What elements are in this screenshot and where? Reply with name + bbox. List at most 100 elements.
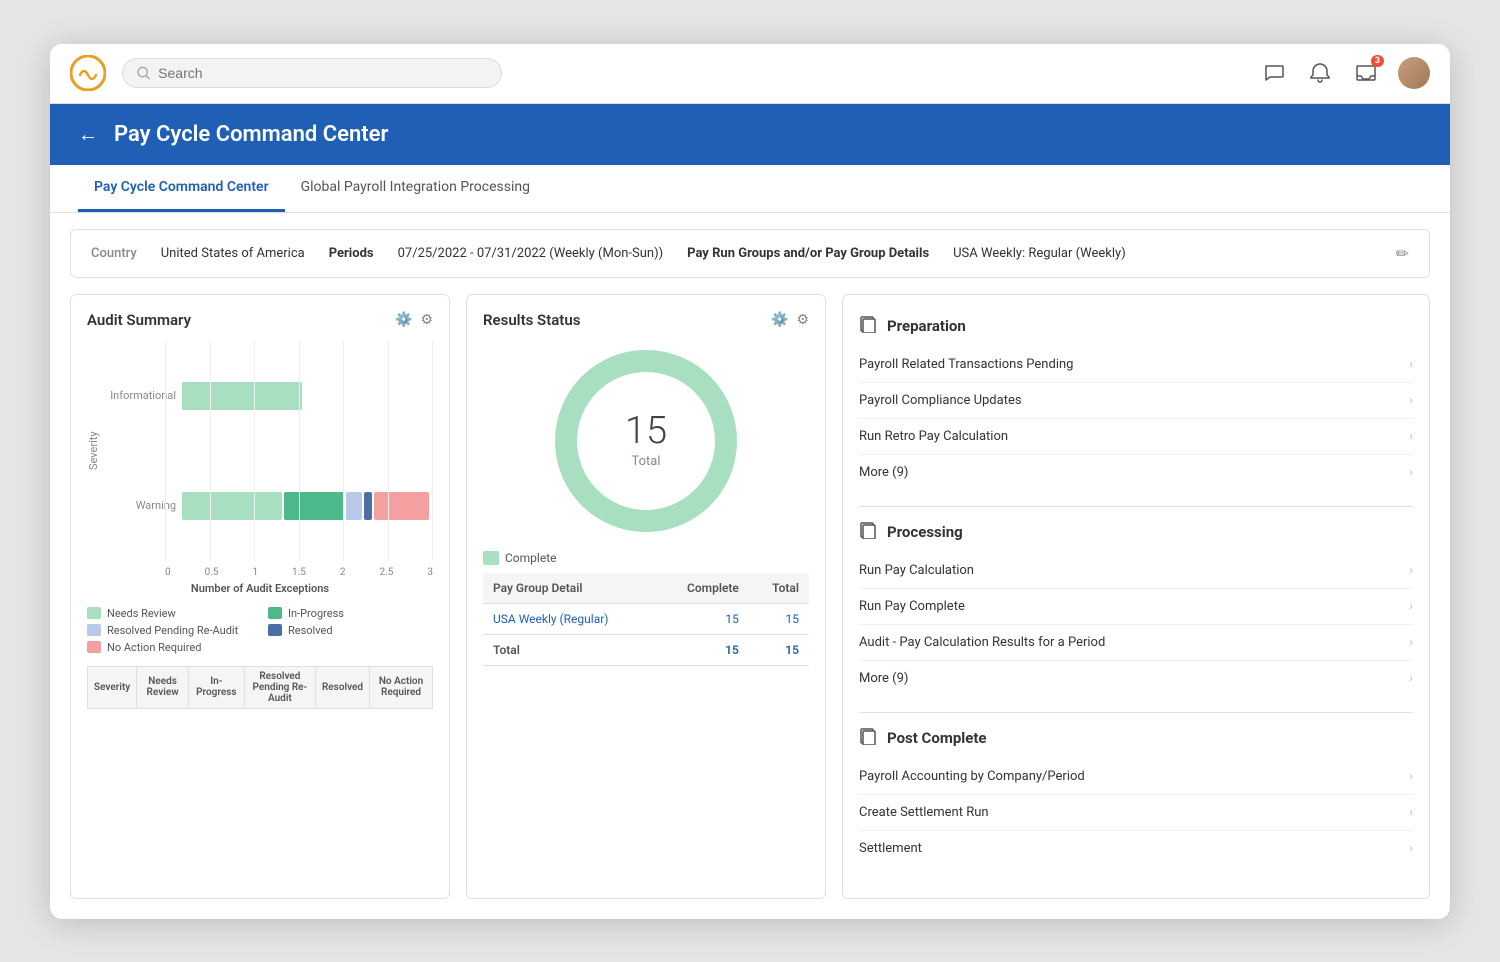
th-resolved: Resolved [315, 666, 369, 708]
pay-table-header-row: Pay Group Detail Complete Total [483, 573, 809, 604]
pay-footer-complete: 15 [657, 634, 749, 665]
audit-panel-icons: ⚙️ ⚙ [395, 312, 433, 328]
post-complete-items: Payroll Accounting by Company/Period › C… [859, 759, 1413, 866]
tab-pay-cycle[interactable]: Pay Cycle Command Center [78, 165, 285, 212]
processing-title: Processing [887, 523, 963, 541]
audit-mini-table: Severity Needs Review In-Progress Resolv… [87, 666, 433, 709]
bar-warning-resolved-pending [346, 492, 362, 520]
filter-bar: Country United States of America Periods… [70, 229, 1430, 278]
pay-table-footer-row: Total 15 15 [483, 634, 809, 665]
bars-informational [182, 382, 302, 410]
bar-warning-inprogress [284, 492, 344, 520]
search-icon [137, 66, 150, 80]
payrun-label: Pay Run Groups and/or Pay Group Details [687, 246, 929, 261]
avatar[interactable] [1398, 57, 1430, 89]
post-complete-header: Post Complete [859, 727, 1413, 749]
filter-sliders-icon[interactable]: ⚙️ [395, 312, 412, 328]
results-filter-icon[interactable]: ⚙️ [771, 312, 788, 328]
page-header: ← Pay Cycle Command Center [50, 104, 1450, 165]
complete-label: Complete [505, 551, 557, 565]
pay-group-table: Pay Group Detail Complete Total USA Week… [483, 573, 809, 666]
legend-color-no-action [87, 641, 101, 653]
processing-header: Processing [859, 521, 1413, 543]
legend-resolved: Resolved [268, 624, 433, 637]
complete-legend: Complete [483, 551, 809, 565]
payrun-value: USA Weekly: Regular (Weekly) [953, 246, 1126, 261]
proc-item-3[interactable]: More (9) › [859, 661, 1413, 696]
bar-warning-resolved [364, 492, 372, 520]
chevron-icon: › [1409, 769, 1413, 783]
inbox-icon[interactable]: 3 [1352, 59, 1380, 87]
post-complete-icon [859, 727, 877, 749]
chevron-icon: › [1409, 805, 1413, 819]
pay-group-complete: 15 [657, 603, 749, 634]
legend-inprogress: In-Progress [268, 607, 433, 620]
periods-label: Periods [329, 246, 374, 261]
top-nav: 3 [50, 44, 1450, 104]
workday-logo [70, 55, 106, 91]
pay-table-th-group: Pay Group Detail [483, 573, 657, 604]
donut-wrapper: 15 Total [546, 341, 746, 541]
country-label: Country [91, 246, 137, 261]
page-title: Pay Cycle Command Center [114, 122, 388, 147]
post-item-2[interactable]: Settlement › [859, 831, 1413, 866]
bell-icon[interactable] [1306, 59, 1334, 87]
prep-item-1[interactable]: Payroll Compliance Updates › [859, 383, 1413, 419]
post-complete-title: Post Complete [887, 729, 987, 747]
proc-item-2[interactable]: Audit - Pay Calculation Results for a Pe… [859, 625, 1413, 661]
divider-1 [859, 506, 1413, 507]
nav-icons: 3 [1260, 57, 1430, 89]
main-content: Audit Summary ⚙️ ⚙ Severity [50, 294, 1450, 919]
preparation-icon [859, 315, 877, 337]
legend-needs-review: Needs Review [87, 607, 252, 620]
complete-color-box [483, 551, 499, 565]
th-needs-review: Needs Review [137, 666, 189, 708]
divider-2 [859, 712, 1413, 713]
tab-global-payroll[interactable]: Global Payroll Integration Processing [285, 165, 546, 212]
mini-table-header-row: Severity Needs Review In-Progress Resolv… [88, 666, 433, 708]
preparation-header: Preparation [859, 315, 1413, 337]
results-panel-icons: ⚙️ ⚙ [771, 312, 809, 328]
bars-warning [182, 492, 429, 520]
audit-chart: Severity [87, 341, 433, 561]
row-label-informational: Informational [104, 389, 176, 402]
chat-icon[interactable] [1260, 59, 1288, 87]
back-button[interactable]: ← [78, 124, 98, 144]
processing-items: Run Pay Calculation › Run Pay Complete ›… [859, 553, 1413, 696]
chevron-icon: › [1409, 429, 1413, 443]
preparation-items: Payroll Related Transactions Pending › P… [859, 347, 1413, 490]
prep-item-0[interactable]: Payroll Related Transactions Pending › [859, 347, 1413, 383]
legend-resolved-pending: Resolved Pending Re-Audit [87, 624, 252, 637]
th-severity: Severity [88, 666, 137, 708]
prep-item-3[interactable]: More (9) › [859, 455, 1413, 490]
inbox-badge: 3 [1371, 55, 1384, 67]
post-item-1[interactable]: Create Settlement Run › [859, 795, 1413, 831]
prep-item-2[interactable]: Run Retro Pay Calculation › [859, 419, 1413, 455]
results-status-header: Results Status ⚙️ ⚙ [483, 311, 809, 329]
filter-edit-icon[interactable]: ✏ [1396, 244, 1409, 263]
bar-informational-needs-review [182, 382, 302, 410]
donut-chart-container: 15 Total [483, 341, 809, 541]
results-settings-icon[interactable]: ⚙ [796, 312, 809, 328]
donut-label: Total [631, 454, 660, 469]
chart-row-warning: Warning [104, 492, 433, 520]
pay-table-th-total: Total [749, 573, 809, 604]
legend-no-action: No Action Required [87, 641, 252, 654]
proc-item-0[interactable]: Run Pay Calculation › [859, 553, 1413, 589]
post-item-0[interactable]: Payroll Accounting by Company/Period › [859, 759, 1413, 795]
pay-group-name[interactable]: USA Weekly (Regular) [483, 603, 657, 634]
chevron-icon: › [1409, 671, 1413, 685]
actions-panel: Preparation Payroll Related Transactions… [842, 294, 1430, 899]
x-axis-title: Number of Audit Exceptions [87, 582, 433, 595]
chart-rows: Informational Warning [104, 341, 433, 561]
chart-legend: Needs Review In-Progress Resolved Pendin… [87, 607, 433, 654]
periods-value: 07/25/2022 - 07/31/2022 (Weekly (Mon-Sun… [398, 246, 664, 261]
settings-icon[interactable]: ⚙ [420, 312, 433, 328]
th-resolved-pending: Resolved Pending Re-Audit [244, 666, 315, 708]
proc-item-1[interactable]: Run Pay Complete › [859, 589, 1413, 625]
donut-number: 15 [625, 412, 667, 450]
country-value: United States of America [161, 246, 305, 261]
search-input[interactable] [158, 65, 487, 81]
search-bar[interactable] [122, 58, 502, 88]
results-status-panel: Results Status ⚙️ ⚙ 15 [466, 294, 826, 899]
